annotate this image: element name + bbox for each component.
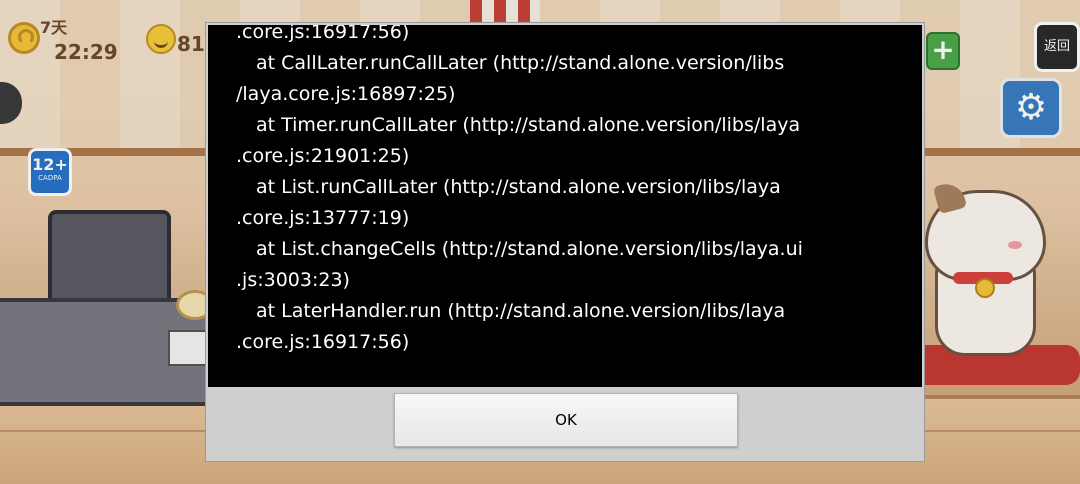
error-log-line: at List.runCallLater (http://stand.alone… — [256, 176, 781, 198]
error-log-line: /laya.core.js:16897:25) — [236, 83, 456, 105]
error-log-line: at LaterHandler.run (http://stand.alone.… — [256, 300, 786, 322]
error-log-line: .core.js:16917:56) — [236, 25, 410, 43]
error-log-line: at Timer.runCallLater (http://stand.alon… — [256, 114, 801, 136]
error-console[interactable]: .core.js:16917:56) at CallLater.runCallLa… — [208, 25, 922, 387]
error-log-line: .core.js:13777:19) — [236, 207, 410, 229]
error-log: .core.js:16917:56) at CallLater.runCallLa… — [236, 25, 906, 358]
error-log-line: .core.js:21901:25) — [236, 145, 410, 167]
error-log-line: .js:3003:23) — [236, 269, 350, 291]
error-dialog: .core.js:16917:56) at CallLater.runCallLa… — [205, 22, 925, 462]
ok-button[interactable]: OK — [394, 393, 738, 447]
error-log-line: at List.changeCells (http://stand.alone.… — [256, 238, 803, 260]
error-log-line: .core.js:16917:56) — [236, 331, 410, 353]
error-log-line: at CallLater.runCallLater (http://stand.… — [256, 52, 785, 74]
